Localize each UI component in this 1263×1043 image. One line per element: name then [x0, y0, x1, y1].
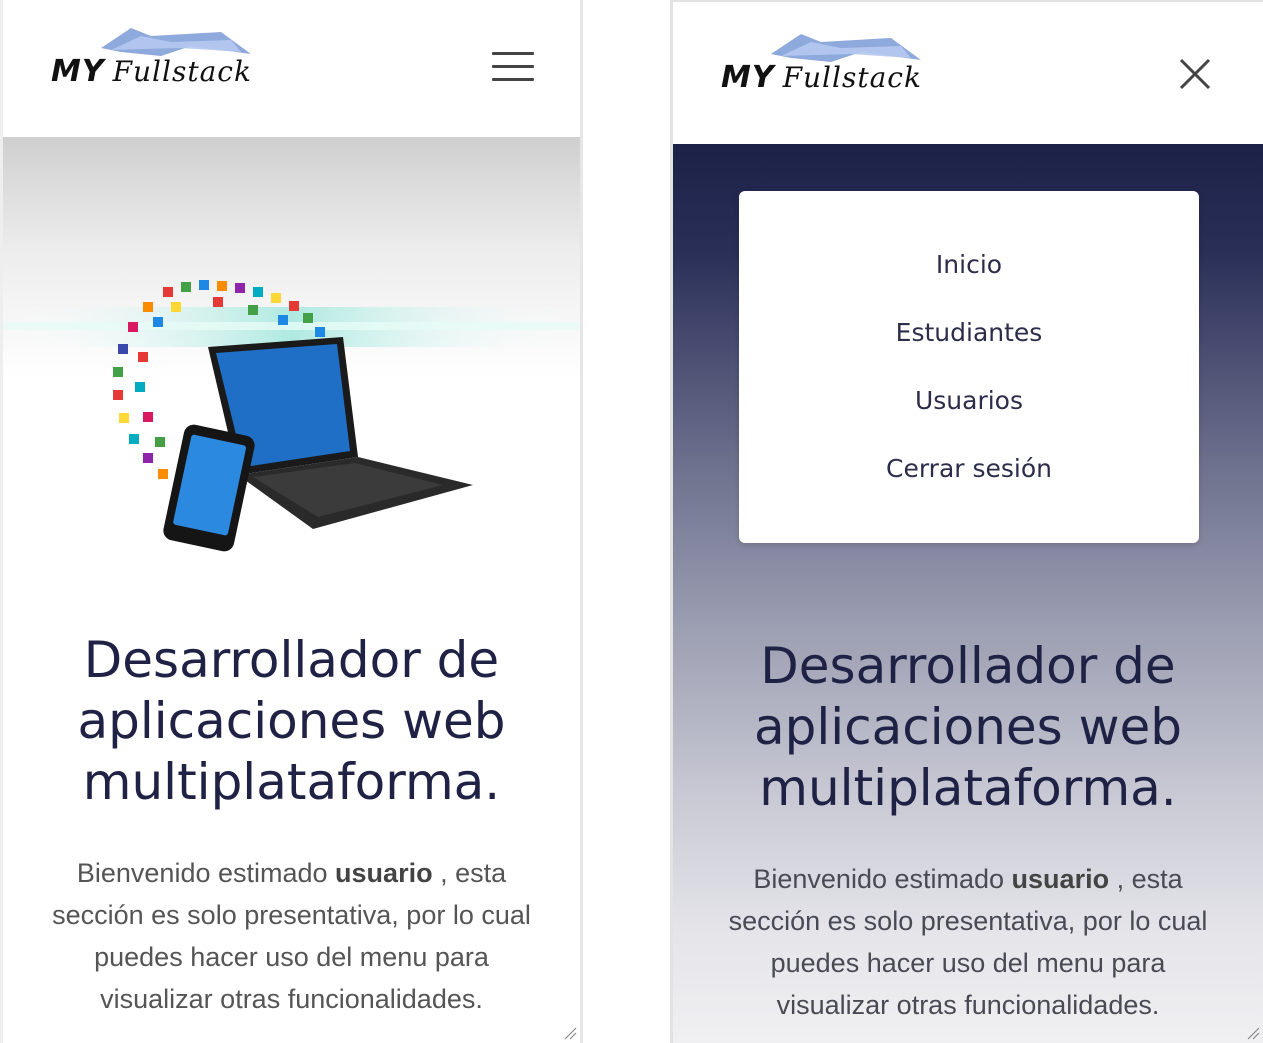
user-name-bold: usuario [1011, 864, 1110, 894]
mobile-view-menu-open: MY Fullstack Desarrollador de aplicacione… [670, 0, 1263, 1043]
hero-image [3, 137, 580, 577]
brand-logo[interactable]: MY Fullstack [721, 32, 921, 112]
welcome-paragraph: Bienvenido estimado usuario , esta secci… [52, 858, 531, 1014]
menu-item-cerrar-sesion[interactable]: Cerrar sesión [739, 435, 1199, 503]
devices-illustration [3, 280, 580, 552]
site-header: MY Fullstack [3, 0, 580, 137]
menu-item-inicio[interactable]: Inicio [739, 231, 1199, 299]
logo-text: MY Fullstack [721, 60, 922, 95]
nav-menu-card: Inicio Estudiantes Usuarios Cerrar sesió… [739, 191, 1199, 543]
logo-text: MY Fullstack [51, 54, 252, 89]
page-headline: Desarrollador de aplicaciones web multip… [753, 637, 1183, 817]
user-name-bold: usuario [335, 858, 433, 888]
nav-menu-list: Inicio Estudiantes Usuarios Cerrar sesió… [739, 231, 1199, 503]
close-icon[interactable] [1175, 54, 1215, 94]
brand-logo[interactable]: MY Fullstack [51, 26, 251, 106]
menu-item-usuarios[interactable]: Usuarios [739, 367, 1199, 435]
page-headline: Desarrollador de aplicaciones web multip… [77, 631, 506, 811]
menu-item-estudiantes[interactable]: Estudiantes [739, 299, 1199, 367]
welcome-paragraph: Bienvenido estimado usuario , esta secci… [728, 864, 1208, 1020]
hamburger-menu-icon[interactable] [492, 52, 534, 82]
mobile-view-closed: MY Fullstack Desarrollador de aplicacion… [0, 0, 583, 1043]
resize-grip-icon[interactable] [1246, 1026, 1260, 1040]
site-header: MY Fullstack [673, 2, 1263, 142]
resize-grip-icon[interactable] [563, 1026, 577, 1040]
